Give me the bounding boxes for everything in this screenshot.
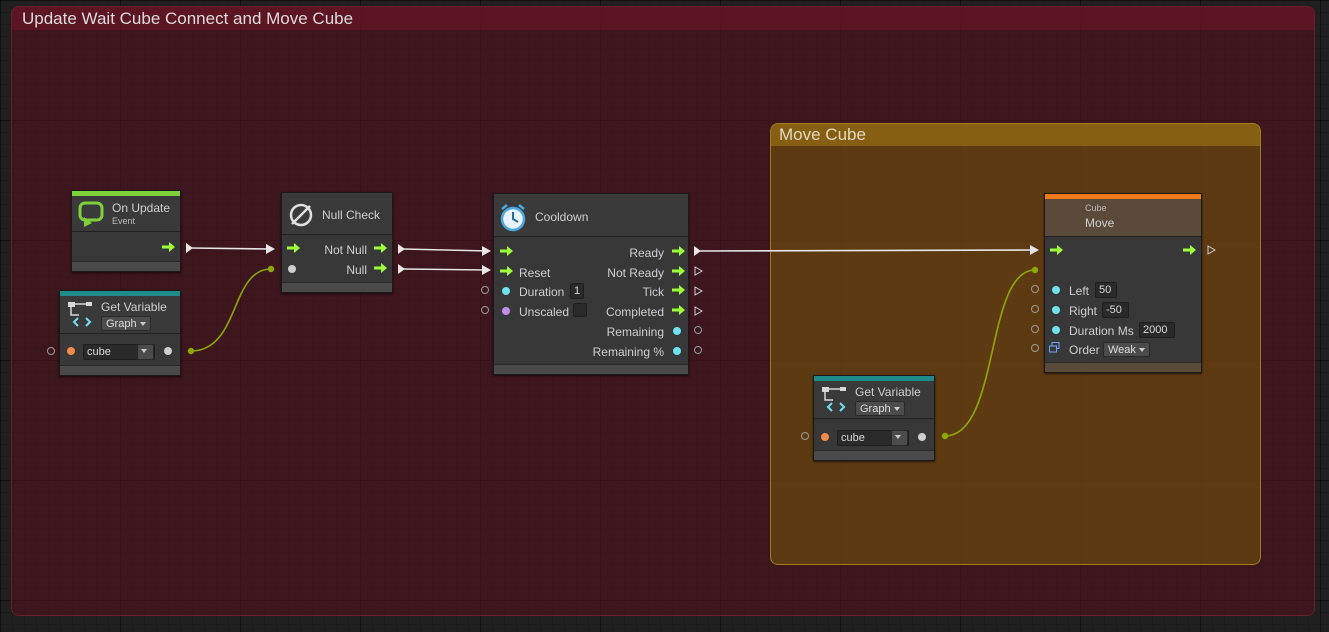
flow-in-arrow-icon[interactable] (287, 243, 300, 253)
right-connection-ring[interactable] (1031, 305, 1039, 313)
left-value: 50 (1099, 284, 1112, 296)
remaining-out-ring[interactable] (694, 326, 702, 334)
variable-icon (822, 387, 846, 412)
variable-dropdown[interactable] (891, 430, 908, 446)
output-port-icon[interactable] (918, 433, 926, 441)
bool-port-icon[interactable] (502, 307, 510, 315)
flow-in-arrow-icon[interactable] (1050, 245, 1063, 255)
move-out-port-icon[interactable] (1207, 245, 1216, 255)
chevron-down-icon (893, 407, 900, 412)
reset-label: Reset (519, 266, 551, 280)
right-value: -50 (1106, 304, 1122, 316)
float-port-icon[interactable] (1052, 306, 1060, 314)
right-label: Right (1069, 304, 1098, 318)
null-icon (289, 203, 313, 227)
duration-field[interactable]: 1 (570, 283, 584, 299)
input-port-ring[interactable] (47, 347, 55, 355)
order-value: Weak (1108, 344, 1136, 356)
variable-name-value: cube (87, 346, 111, 358)
float-port-icon[interactable] (1052, 286, 1060, 294)
group-title[interactable]: Update Wait Cube Connect and Move Cube (12, 7, 1314, 30)
flow-out-arrow-icon[interactable] (672, 266, 685, 276)
node-title: Move (1085, 216, 1115, 230)
tick-label: Tick (642, 285, 664, 299)
scope-dropdown[interactable]: Graph (855, 401, 905, 416)
left-connection-ring[interactable] (1031, 285, 1039, 293)
not-ready-out-port-icon[interactable] (694, 266, 703, 276)
order-dropdown[interactable]: Weak (1103, 342, 1150, 357)
completed-out-port-icon[interactable] (694, 306, 703, 316)
node-title: On Update (112, 201, 171, 215)
flow-out-arrow-icon[interactable] (672, 285, 685, 295)
flow-out-arrow-icon[interactable] (374, 243, 387, 253)
chevron-down-icon (895, 435, 901, 440)
unscaled-label: Unscaled (519, 305, 570, 319)
remaining-label: Remaining (606, 325, 664, 339)
node-title: Get Variable (855, 385, 921, 399)
float-out-port-icon[interactable] (673, 347, 681, 355)
duration-label: Duration (519, 285, 565, 299)
flow-in-arrow-icon[interactable] (500, 266, 513, 276)
unscaled-checkbox[interactable] (573, 303, 587, 317)
flow-in-arrow-icon[interactable] (500, 246, 513, 256)
node-title: Get Variable (101, 300, 167, 314)
order-label: Order (1069, 343, 1100, 357)
tick-out-port-icon[interactable] (694, 286, 703, 296)
node-get-variable-2[interactable]: Get Variable Graph cube (813, 375, 935, 461)
flow-out-arrow-icon[interactable] (1183, 245, 1196, 255)
order-connection-ring[interactable] (1031, 344, 1039, 352)
flow-out-arrow-icon[interactable] (162, 242, 175, 252)
node-on-update[interactable]: On Update Event (71, 190, 181, 272)
node-cube-move[interactable]: Cube Move Left 50 Right -50 Duration Ms … (1044, 193, 1202, 373)
duration-ms-value: 2000 (1143, 324, 1168, 336)
flow-out-arrow-icon[interactable] (672, 246, 685, 256)
not-null-label: Not Null (324, 243, 367, 257)
duration-connection-ring[interactable] (481, 286, 489, 294)
unscaled-connection-ring[interactable] (481, 306, 489, 314)
input-port-ring[interactable] (801, 432, 809, 440)
node-null-check[interactable]: Null Check Not Null Null (281, 192, 393, 293)
node-get-variable-1[interactable]: Get Variable Graph cube (59, 290, 181, 376)
variable-icon (68, 302, 92, 327)
chevron-down-icon (139, 322, 146, 327)
duration-value: 1 (574, 285, 581, 297)
not-ready-label: Not Ready (607, 266, 664, 280)
duration-ms-connection-ring[interactable] (1031, 325, 1039, 333)
chevron-down-icon (1138, 348, 1145, 353)
remaining-percent-out-ring[interactable] (694, 346, 702, 354)
right-field[interactable]: -50 (1102, 302, 1129, 318)
left-label: Left (1069, 284, 1090, 298)
object-input-port-icon[interactable] (288, 265, 296, 273)
object-port-icon[interactable] (821, 433, 829, 441)
duration-ms-label: Duration Ms (1069, 324, 1134, 338)
node-title: Null Check (322, 208, 381, 222)
alarm-clock-icon (500, 204, 526, 232)
float-port-icon[interactable] (1052, 326, 1060, 334)
node-cooldown[interactable]: Cooldown Ready Reset Not Ready Duration … (493, 193, 689, 375)
scope-value: Graph (860, 403, 891, 415)
remaining-percent-label: Remaining % (592, 345, 664, 359)
scope-value: Graph (106, 318, 137, 330)
duration-ms-field[interactable]: 2000 (1139, 322, 1175, 338)
variable-dropdown[interactable] (137, 344, 154, 360)
float-out-port-icon[interactable] (673, 327, 681, 335)
null-label: Null (346, 263, 367, 277)
scope-dropdown[interactable]: Graph (101, 316, 151, 331)
left-field[interactable]: 50 (1095, 282, 1117, 298)
flow-out-arrow-icon[interactable] (672, 305, 685, 315)
node-subtitle: Event (112, 216, 136, 226)
object-port-icon[interactable] (67, 347, 75, 355)
loop-icon (78, 201, 104, 227)
float-port-icon[interactable] (502, 287, 510, 295)
chevron-down-icon (141, 349, 147, 354)
output-port-icon[interactable] (164, 347, 172, 355)
completed-label: Completed (605, 305, 664, 319)
enum-port-icon[interactable] (1049, 342, 1060, 353)
flow-out-arrow-icon[interactable] (374, 263, 387, 273)
node-category: Cube (1085, 203, 1107, 213)
node-title: Cooldown (535, 210, 589, 224)
variable-name-value: cube (841, 432, 865, 444)
ready-label: Ready (629, 246, 664, 260)
group-title-move-cube[interactable]: Move Cube (771, 124, 1260, 146)
